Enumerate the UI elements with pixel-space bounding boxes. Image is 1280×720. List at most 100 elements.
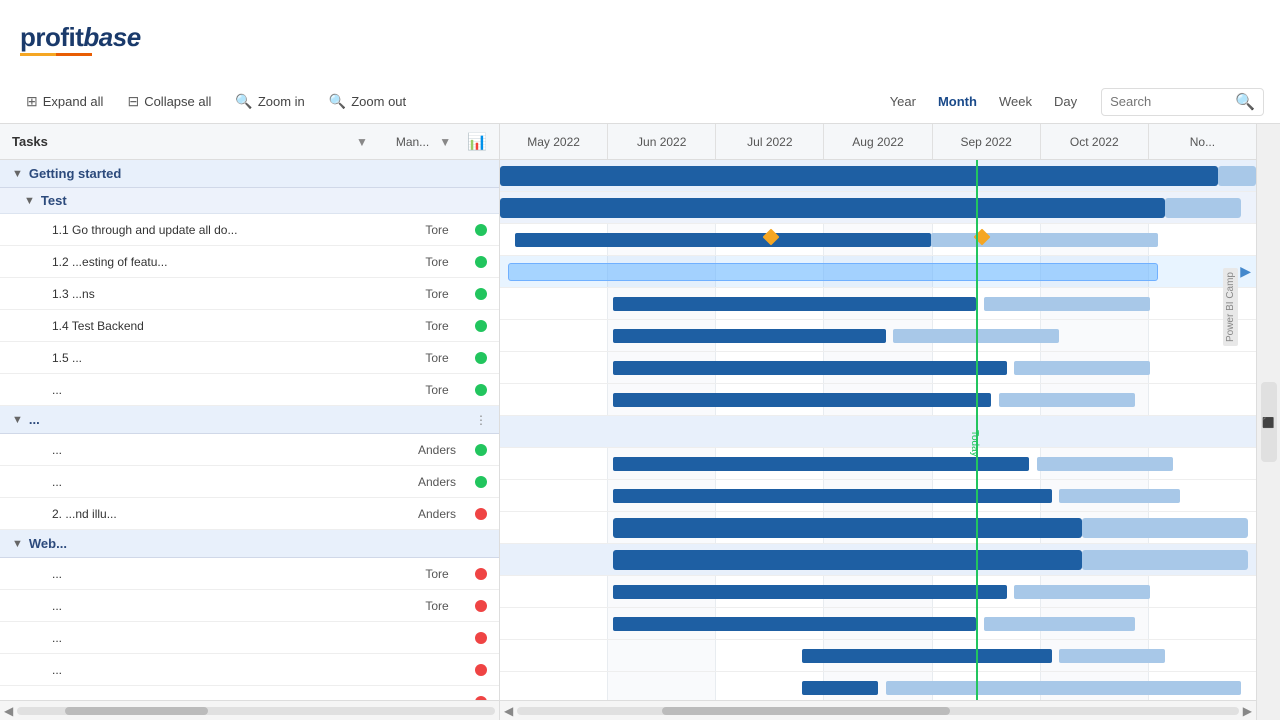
logo-base: base (83, 22, 140, 52)
task-name: 1.3 ...ns (52, 287, 407, 301)
gantt-bar (802, 681, 878, 695)
view-day-button[interactable]: Day (1044, 90, 1087, 113)
gantt-month-jul: Jul 2022 (716, 124, 824, 159)
group-getting-started[interactable]: ▼ Getting started (0, 160, 499, 188)
table-row[interactable]: 1.3 ...ns Tore (0, 278, 499, 310)
view-year-button[interactable]: Year (880, 90, 926, 113)
expand-icon: ⊞ (26, 93, 38, 110)
task-scroll-area[interactable]: ◀ (0, 700, 499, 720)
gantt-bar (613, 585, 1006, 599)
gantt-row (500, 640, 1256, 672)
logo-bar: profitbase (0, 0, 1280, 80)
table-row[interactable]: 2. ...nd illu... Anders (0, 498, 499, 530)
gantt-bar (613, 393, 991, 407)
task-panel-title: Tasks (12, 134, 348, 149)
task-name: 1.5 ... (52, 351, 407, 365)
view-week-button[interactable]: Week (989, 90, 1042, 113)
table-row[interactable]: ... (0, 622, 499, 654)
table-row[interactable]: 1.5 ... Tore (0, 342, 499, 374)
scroll-track (17, 707, 495, 715)
side-panel-label: ⬛ (1263, 416, 1274, 428)
side-panel-icon[interactable]: ⬛ (1261, 382, 1277, 462)
search-icon: 🔍 (1235, 92, 1255, 112)
right-side-panel: ⬛ (1256, 124, 1280, 720)
collapse-all-label: Collapse all (144, 94, 211, 109)
gantt-row (500, 512, 1256, 544)
gantt-month-oct: Oct 2022 (1041, 124, 1149, 159)
gantt-bar (613, 518, 1082, 538)
sub-group-label: Test (41, 193, 67, 208)
group-label: Web... (29, 536, 67, 551)
view-buttons: Year Month Week Day (880, 90, 1087, 113)
task-name: ... (52, 599, 407, 613)
gantt-row (500, 448, 1256, 480)
gantt-row: ▶ (500, 256, 1256, 288)
task-panel-header: Tasks ▼ Man... ▼ 📊 (0, 124, 499, 160)
gantt-bar-light (984, 297, 1150, 311)
table-row[interactable]: ... Tore (0, 590, 499, 622)
gantt-bar-light (1218, 166, 1256, 186)
gantt-month-sep: Sep 2022 (933, 124, 1041, 159)
zoom-in-button[interactable]: 🔍 Zoom in (225, 89, 314, 114)
status-badge (475, 256, 487, 268)
table-row[interactable]: 1.1 Go through and update all do... Tore (0, 214, 499, 246)
search-input[interactable] (1110, 94, 1230, 109)
gantt-bar-highlight (508, 263, 1158, 281)
search-box[interactable]: 🔍 (1101, 88, 1264, 116)
collapse-all-button[interactable]: ⊟ Collapse all (117, 89, 221, 114)
zoom-out-button[interactable]: 🔍 Zoom out (319, 89, 416, 114)
table-row[interactable]: 1.4 Test Backend Tore (0, 310, 499, 342)
gantt-bar-light (931, 233, 1158, 247)
table-row[interactable]: ... Tore (0, 374, 499, 406)
expand-all-button[interactable]: ⊞ Expand all (16, 89, 113, 114)
gantt-body: Today Power BI Camp (500, 160, 1256, 700)
task-name: ... (52, 443, 407, 457)
expand-all-label: Expand all (43, 94, 104, 109)
gantt-scroll-track (517, 707, 1239, 715)
group-chevron: ▼ (12, 168, 23, 180)
gantt-month-jun: Jun 2022 (608, 124, 716, 159)
group-web[interactable]: ▼ Web... (0, 530, 499, 558)
gantt-scroll-thumb[interactable] (662, 707, 951, 715)
table-row[interactable]: ... (0, 686, 499, 700)
gantt-panel: May 2022 Jun 2022 Jul 2022 Aug 2022 Sep … (500, 124, 1256, 720)
power-bi-camp-label: Power BI Camp (1223, 268, 1238, 346)
status-badge (475, 664, 487, 676)
gantt-bar-light (984, 617, 1135, 631)
task-assignee: Tore (407, 351, 467, 365)
scroll-thumb[interactable] (65, 707, 208, 715)
gantt-row (500, 192, 1256, 224)
status-badge (475, 384, 487, 396)
task-name: 2. ...nd illu... (52, 507, 407, 521)
zoom-out-icon: 🔍 (329, 93, 346, 110)
management-col-chevron: ▼ (439, 135, 451, 149)
chart-icon[interactable]: 📊 (467, 132, 487, 152)
collapse-icon: ⊟ (127, 93, 139, 110)
scroll-left-arrow[interactable]: ◀ (4, 704, 13, 718)
gantt-scroll-area[interactable]: ◀ ▶ (500, 700, 1256, 720)
sub-group-chevron: ▼ (24, 195, 35, 207)
group-chevron: ▼ (12, 538, 23, 550)
scroll-right-arrow[interactable]: ▶ (1243, 704, 1252, 718)
gantt-bar (802, 649, 1051, 663)
task-panel: Tasks ▼ Man... ▼ 📊 ▼ Getting started ▼ T… (0, 124, 500, 720)
gantt-bar (515, 233, 931, 247)
task-name: ... (52, 475, 407, 489)
task-name: ... (52, 663, 407, 677)
gantt-row (500, 416, 1256, 448)
view-month-button[interactable]: Month (928, 90, 987, 113)
gantt-bar-light (1082, 550, 1248, 570)
table-row[interactable]: 1.2 ...esting of featu... Tore (0, 246, 499, 278)
table-row[interactable]: ... (0, 654, 499, 686)
sub-group-test[interactable]: ▼ Test (0, 188, 499, 214)
task-name: ... (52, 383, 407, 397)
table-row[interactable]: ... Tore (0, 558, 499, 590)
table-row[interactable]: ... Anders (0, 466, 499, 498)
toolbar: ⊞ Expand all ⊟ Collapse all 🔍 Zoom in 🔍 … (0, 80, 1280, 124)
scroll-left-arrow[interactable]: ◀ (504, 704, 513, 718)
table-row[interactable]: ... Anders (0, 434, 499, 466)
task-name: ... (52, 567, 407, 581)
gantt-row (500, 480, 1256, 512)
group-2[interactable]: ▼ ... ⋮ (0, 406, 499, 434)
gantt-bar-light (886, 681, 1241, 695)
